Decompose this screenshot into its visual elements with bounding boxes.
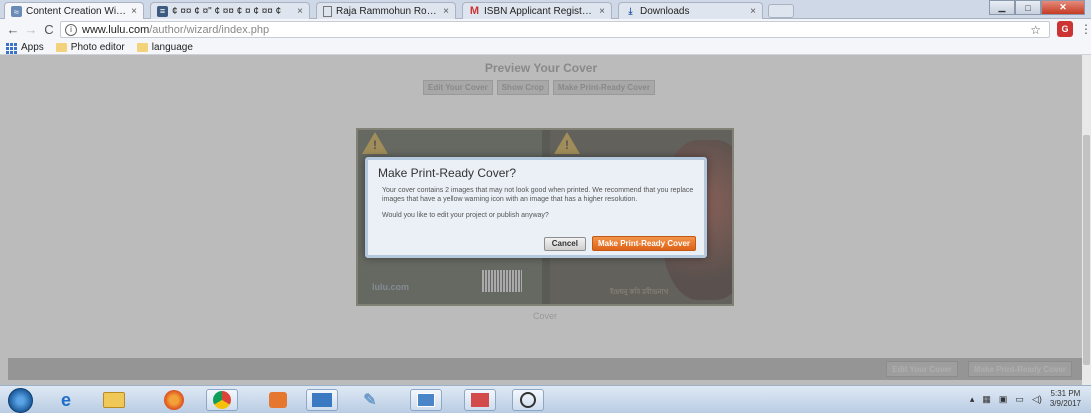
dialog-message: Your cover contains 2 images that may no… bbox=[382, 187, 694, 203]
scrollbar[interactable] bbox=[1082, 55, 1091, 385]
tab-label: Raja Rammohun Roy Na bbox=[336, 5, 440, 17]
folder-icon bbox=[55, 42, 67, 52]
start-button[interactable] bbox=[8, 388, 33, 413]
bookmark-label: Apps bbox=[21, 41, 44, 53]
forward-icon[interactable]: → bbox=[22, 22, 40, 37]
cancel-button[interactable]: Cancel bbox=[543, 236, 586, 251]
close-tab-icon[interactable]: × bbox=[750, 6, 756, 17]
extension-icon[interactable]: G bbox=[1057, 21, 1073, 37]
info-icon[interactable]: i bbox=[65, 23, 77, 36]
close-tab-icon[interactable]: × bbox=[297, 6, 303, 17]
tab-label: ISBN Applicant Registrati bbox=[484, 5, 596, 17]
clock-time: 5:31 PM bbox=[1050, 389, 1081, 398]
close-window-button[interactable]: ✕ bbox=[1041, 0, 1085, 15]
address-bar[interactable]: i www.lulu.com/author/wizard/index.php ☆ bbox=[60, 21, 1050, 38]
menu-icon[interactable]: ⋮ bbox=[1080, 22, 1091, 36]
document-icon bbox=[323, 5, 332, 17]
dialog-question: Would you like to edit your project or p… bbox=[382, 212, 549, 219]
dialog-body: Your cover contains 2 images that may no… bbox=[382, 186, 702, 227]
dialog-actions: Cancel Make Print-Ready Cover bbox=[543, 236, 696, 251]
close-tab-icon[interactable]: × bbox=[599, 6, 605, 17]
bookmarks-bar: Apps Photo editor language bbox=[0, 40, 1091, 55]
taskbar-clock[interactable]: 5:31 PM 3/9/2017 bbox=[1050, 389, 1081, 409]
tab-strip: ≈ Content Creation Wizard × ≡ ¢ ¤¤ ¢ ¤" … bbox=[0, 0, 1091, 20]
tab-label: ¢ ¤¤ ¢ ¤" ¢ ¤¤ ¢ ¤ ¢ ¤¤ ¢ bbox=[172, 5, 282, 17]
tab-label: Content Creation Wizard bbox=[26, 6, 128, 17]
file-explorer-icon[interactable] bbox=[98, 389, 130, 411]
tab-content-creation-wizard[interactable]: ≈ Content Creation Wizard × bbox=[4, 2, 144, 20]
back-icon[interactable]: ← bbox=[4, 22, 22, 37]
make-print-ready-cover-button[interactable]: Make Print-Ready Cover bbox=[591, 236, 696, 251]
network-tray-icon[interactable]: ▦ bbox=[982, 394, 991, 405]
window-controls: ▁ □ ✕ bbox=[989, 0, 1085, 15]
close-tab-icon[interactable]: × bbox=[131, 6, 137, 17]
download-icon: ⤓ bbox=[628, 5, 633, 16]
lulu-icon: ≈ bbox=[11, 6, 22, 17]
reload-icon[interactable]: C bbox=[40, 22, 58, 37]
firefox-icon[interactable] bbox=[158, 389, 190, 411]
url-path: /author/wizard/index.php bbox=[149, 23, 270, 36]
minimize-button[interactable]: ▁ bbox=[989, 0, 1015, 15]
paint-icon[interactable] bbox=[464, 389, 496, 411]
bookmark-label: Photo editor bbox=[70, 41, 125, 53]
volume-icon[interactable]: ◁) bbox=[1032, 394, 1042, 405]
bookmark-apps[interactable]: Apps bbox=[6, 41, 44, 54]
clock-app-icon[interactable] bbox=[512, 389, 544, 411]
gmail-icon: M bbox=[469, 5, 480, 17]
media-player-icon[interactable] bbox=[262, 389, 294, 411]
tab-isbn-registration[interactable]: M ISBN Applicant Registrati × bbox=[462, 2, 612, 19]
apps-grid-icon bbox=[6, 42, 17, 54]
tray-arrow-icon[interactable]: ▴ bbox=[970, 394, 975, 405]
display-tray-icon[interactable]: ▣ bbox=[999, 394, 1008, 405]
url-host: www.lulu.com bbox=[82, 23, 150, 36]
windows-taskbar: e ✎ ▴ ▦ ▣ ▭ ◁) 5:31 PM 3/9/2017 bbox=[0, 385, 1091, 413]
bookmark-language[interactable]: language bbox=[136, 41, 193, 53]
internet-explorer-icon[interactable]: e bbox=[50, 389, 82, 411]
tab-unicode-page[interactable]: ≡ ¢ ¤¤ ¢ ¤" ¢ ¤¤ ¢ ¤ ¢ ¤¤ ¢ × bbox=[150, 2, 310, 19]
bookmark-photo-editor[interactable]: Photo editor bbox=[55, 41, 125, 53]
print-ready-dialog: Make Print-Ready Cover? Your cover conta… bbox=[365, 157, 707, 258]
clock-date: 3/9/2017 bbox=[1049, 399, 1081, 408]
network-icon[interactable] bbox=[306, 389, 338, 411]
scrollbar-thumb[interactable] bbox=[1083, 135, 1090, 365]
dialog-title: Make Print-Ready Cover? bbox=[378, 166, 517, 180]
maximize-button[interactable]: □ bbox=[1015, 0, 1041, 15]
battery-tray-icon[interactable]: ▭ bbox=[1015, 394, 1024, 405]
close-tab-icon[interactable]: × bbox=[443, 6, 449, 17]
chrome-icon[interactable] bbox=[206, 389, 238, 411]
image-viewer-icon[interactable] bbox=[410, 389, 442, 411]
tab-raja-rammohun-roy[interactable]: Raja Rammohun Roy Na × bbox=[316, 2, 456, 19]
folder-icon bbox=[136, 42, 148, 52]
quill-icon[interactable]: ✎ bbox=[354, 389, 386, 411]
tab-label: Downloads bbox=[640, 5, 690, 17]
new-tab-button[interactable] bbox=[768, 4, 794, 18]
bookmark-star-icon[interactable]: ☆ bbox=[1030, 23, 1041, 37]
bookmark-label: language bbox=[151, 41, 193, 53]
system-tray: ▴ ▦ ▣ ▭ ◁) 5:31 PM 3/9/2017 bbox=[970, 389, 1081, 409]
page-icon: ≡ bbox=[157, 5, 168, 17]
navigation-bar: ← → C i www.lulu.com/author/wizard/index… bbox=[0, 19, 1091, 40]
tab-downloads[interactable]: ⤓ Downloads × bbox=[618, 2, 763, 19]
